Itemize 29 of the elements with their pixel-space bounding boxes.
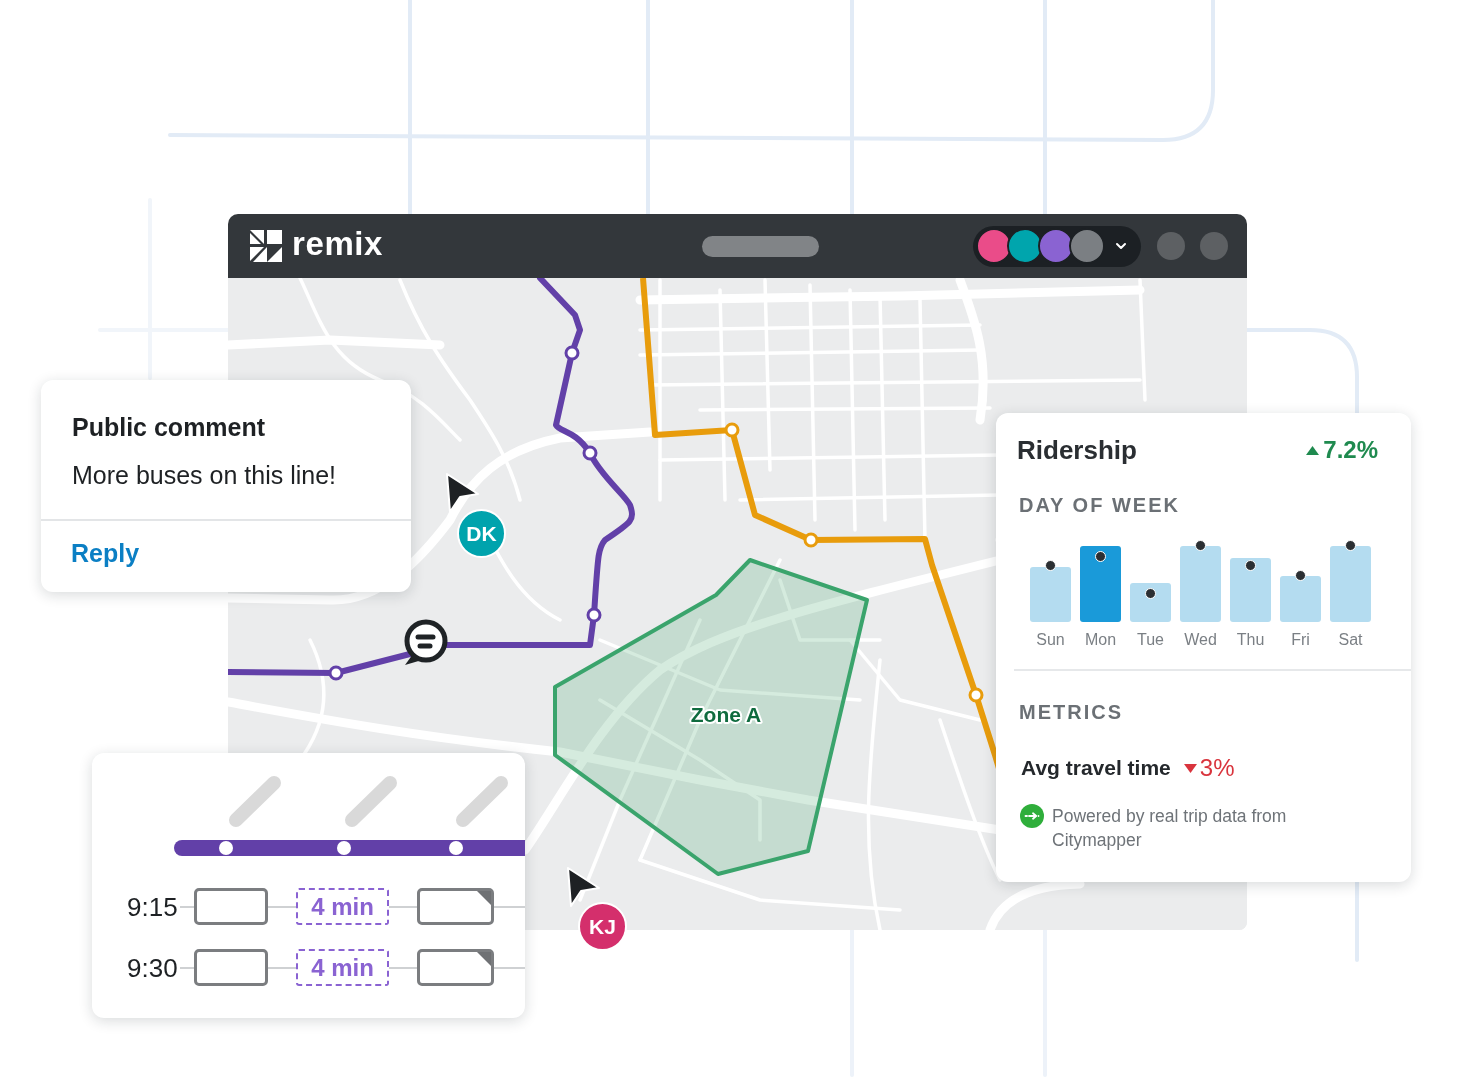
comment-text: More buses on this line! xyxy=(72,460,338,490)
flagged-trip-block[interactable] xyxy=(417,949,494,986)
section-heading: METRICS xyxy=(1019,700,1124,724)
day-label: Sat xyxy=(1338,630,1363,650)
point-marker-icon xyxy=(1295,570,1306,581)
day-label: Wed xyxy=(1184,630,1217,650)
logo-icon xyxy=(250,230,282,262)
trip-block[interactable] xyxy=(194,949,268,986)
day-label: Thu xyxy=(1236,630,1265,650)
point-marker-icon xyxy=(1245,560,1256,571)
card-title: Ridership xyxy=(1017,435,1137,465)
collaborators-menu[interactable] xyxy=(973,225,1141,267)
comment-title: Public comment xyxy=(72,412,267,442)
source-note: Powered by real trip data from Citymapper xyxy=(1052,805,1288,852)
zone-label: Zone A xyxy=(690,702,762,726)
change-value: 7.2% xyxy=(1323,435,1378,465)
logo-wordmark: remix xyxy=(292,224,384,264)
section-heading: DAY OF WEEK xyxy=(1019,493,1181,517)
metric-label: Avg travel time xyxy=(1021,755,1171,781)
point-marker-icon xyxy=(1345,540,1356,551)
day-label: Sun xyxy=(1036,630,1065,650)
metric-value: 3% xyxy=(1199,754,1235,782)
duration-block[interactable]: 4 min xyxy=(296,949,389,986)
day-label: Fri xyxy=(1291,630,1310,650)
departure-time: 9:15 xyxy=(127,891,178,922)
reply-link[interactable]: Reply xyxy=(71,538,140,568)
day-label: Tue xyxy=(1137,630,1164,650)
departure-time: 9:30 xyxy=(127,952,178,983)
day-label: Mon xyxy=(1084,630,1117,650)
